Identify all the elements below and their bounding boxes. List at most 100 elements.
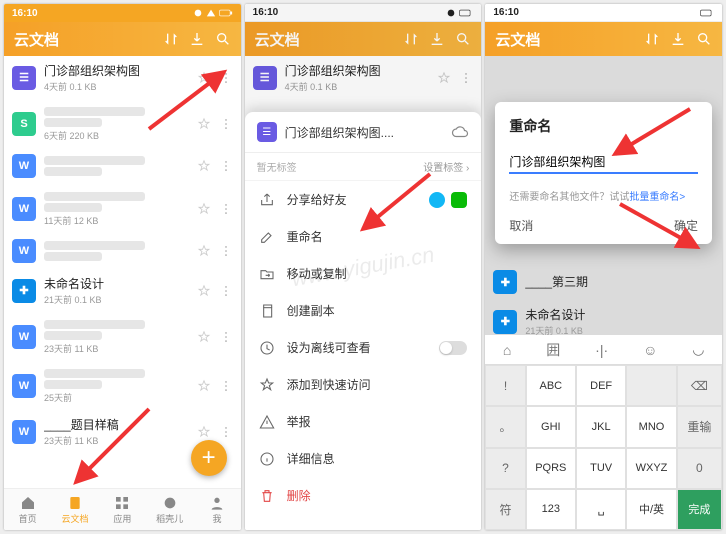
key[interactable]: 符	[485, 489, 525, 530]
more-icon[interactable]	[219, 117, 233, 131]
more-icon[interactable]	[219, 379, 233, 393]
nav-apps[interactable]: 应用	[99, 489, 146, 530]
star-icon[interactable]	[197, 159, 211, 173]
rename-input[interactable]	[509, 150, 698, 174]
sheet-header: ☰ 门诊部组织架构图....	[245, 112, 482, 153]
batch-rename-link[interactable]: 批量重命名>	[629, 192, 685, 203]
action-sheet: ☰ 门诊部组织架构图.... 暂无标签 设置标签 › 分享给好友 重命名 移动或…	[245, 112, 482, 530]
more-icon[interactable]	[219, 284, 233, 298]
download-icon[interactable]	[189, 31, 205, 47]
nav-home[interactable]: 首页	[4, 489, 51, 530]
delete-icon	[259, 488, 275, 504]
menu-share[interactable]: 分享给好友	[245, 181, 482, 218]
download-icon[interactable]	[670, 31, 686, 47]
menu-report[interactable]: 举报	[245, 403, 482, 440]
key[interactable]: PQRS	[526, 448, 576, 489]
star-icon[interactable]	[197, 117, 211, 131]
kb-tool[interactable]: 囲	[546, 340, 560, 360]
dialog-title: 重命名	[509, 116, 698, 136]
file-row[interactable]: W 25天前	[4, 361, 241, 410]
no-tags-label: 暂无标签	[257, 159, 297, 174]
kb-tool[interactable]: ☺	[643, 342, 657, 358]
file-name: 门诊部组织架构图	[44, 62, 189, 79]
file-type-icon: ☰	[12, 66, 36, 90]
star-icon[interactable]	[197, 202, 211, 216]
key[interactable]: ␣	[576, 489, 626, 530]
file-row[interactable]: W	[4, 148, 241, 184]
key[interactable]: TUV	[576, 448, 626, 489]
key[interactable]: GHI	[526, 406, 576, 447]
menu-delete[interactable]: 删除	[245, 477, 482, 514]
nav-me[interactable]: 我	[193, 489, 240, 530]
keyboard-toolbar: ⌂ 囲 ·|· ☺ ◡	[485, 335, 722, 365]
offline-toggle[interactable]	[439, 341, 467, 355]
key[interactable]: 中/英	[626, 489, 676, 530]
kb-tool[interactable]: ·|·	[595, 342, 608, 358]
more-icon[interactable]	[219, 244, 233, 258]
file-type-icon: ☰	[257, 122, 277, 142]
file-type-icon: ✚	[12, 279, 36, 303]
menu-move[interactable]: 移动或复制	[245, 255, 482, 292]
kb-tool[interactable]: ◡	[692, 341, 704, 358]
key[interactable]: MNO	[626, 406, 676, 447]
file-row[interactable]: W	[4, 233, 241, 269]
key[interactable]: 123	[526, 489, 576, 530]
file-type-icon: W	[12, 325, 36, 349]
key[interactable]: JKL	[576, 406, 626, 447]
menu-quick[interactable]: 添加到快速访问	[245, 366, 482, 403]
star-icon[interactable]	[197, 244, 211, 258]
more-icon[interactable]	[219, 330, 233, 344]
nav-shell[interactable]: 稻壳儿	[146, 489, 193, 530]
menu-offline[interactable]: 设为离线可查看	[245, 329, 482, 366]
cancel-button[interactable]: 取消	[509, 217, 533, 234]
star-icon[interactable]	[197, 379, 211, 393]
file-type-icon: W	[12, 197, 36, 221]
ok-button[interactable]: 确定	[674, 217, 698, 234]
key[interactable]: 。	[485, 406, 525, 447]
file-info: 23天前 11 KB	[44, 434, 189, 447]
key[interactable]: ABC	[526, 365, 576, 406]
more-icon[interactable]	[219, 71, 233, 85]
key[interactable]: WXYZ	[626, 448, 676, 489]
key[interactable]: 完成	[677, 489, 722, 530]
key[interactable]: DEF	[576, 365, 626, 406]
star-icon[interactable]	[197, 330, 211, 344]
sheet-file-title: 门诊部组织架构图....	[285, 124, 444, 141]
key[interactable]: !	[485, 365, 525, 406]
file-info: 11天前 12 KB	[44, 214, 189, 227]
file-info: 21天前 0.1 KB	[44, 293, 189, 306]
file-row[interactable]: ✚ 未命名设计 21天前 0.1 KB	[4, 269, 241, 312]
move-icon	[259, 266, 275, 282]
key[interactable]: ⌫	[677, 365, 722, 406]
file-row[interactable]: W 11天前 12 KB	[4, 184, 241, 233]
file-row[interactable]: S 6天前 220 KB	[4, 99, 241, 148]
file-type-icon: S	[12, 112, 36, 136]
sort-icon[interactable]	[644, 31, 660, 47]
menu-details[interactable]: 详细信息	[245, 440, 482, 477]
fab-add-button[interactable]: +	[191, 440, 227, 476]
menu-duplicate[interactable]: 创建副本	[245, 292, 482, 329]
quick-icon	[259, 377, 275, 393]
key[interactable]: ?	[485, 448, 525, 489]
more-icon[interactable]	[219, 202, 233, 216]
star-icon[interactable]	[197, 71, 211, 85]
star-icon[interactable]	[197, 425, 211, 439]
search-icon[interactable]	[696, 31, 712, 47]
set-tags-button[interactable]: 设置标签 ›	[423, 159, 469, 174]
cloud-icon[interactable]	[451, 123, 469, 141]
key[interactable]: 重输	[677, 406, 722, 447]
nav-docs[interactable]: 云文档	[51, 489, 98, 530]
key[interactable]: 0	[677, 448, 722, 489]
file-type-icon: W	[12, 374, 36, 398]
star-icon[interactable]	[197, 284, 211, 298]
menu-rename[interactable]: 重命名	[245, 218, 482, 255]
file-row[interactable]: ☰ 门诊部组织架构图 4天前 0.1 KB	[4, 56, 241, 99]
sort-icon[interactable]	[163, 31, 179, 47]
status-bar: 16:10	[485, 4, 722, 22]
file-row[interactable]: W 23天前 11 KB	[4, 312, 241, 361]
kb-tool[interactable]: ⌂	[503, 342, 511, 358]
more-icon[interactable]	[219, 159, 233, 173]
more-icon[interactable]	[219, 425, 233, 439]
rename-icon	[259, 229, 275, 245]
search-icon[interactable]	[215, 31, 231, 47]
